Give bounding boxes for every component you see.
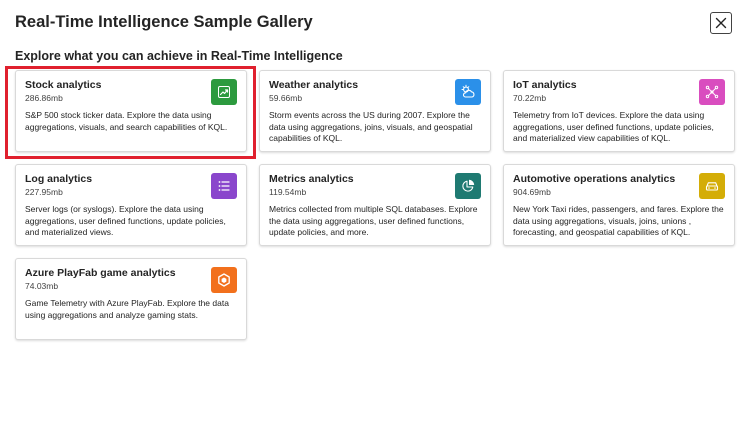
card-title: Azure PlayFab game analytics xyxy=(25,267,176,279)
card-title: Stock analytics xyxy=(25,79,102,91)
card-automotive-operations-analytics[interactable]: Automotive operations analytics 904.69mb… xyxy=(503,164,735,246)
close-icon xyxy=(715,17,727,29)
gallery-subtitle: Explore what you can achieve in Real-Tim… xyxy=(15,49,343,63)
card-azure-playfab-game-analytics[interactable]: Azure PlayFab game analytics 74.03mb Gam… xyxy=(15,258,247,340)
playfab-icon xyxy=(211,267,237,293)
card-size: 74.03mb xyxy=(25,281,59,291)
card-description: S&P 500 stock ticker data. Explore the d… xyxy=(25,110,228,132)
card-size: 227.95mb xyxy=(25,187,63,197)
card-weather-analytics[interactable]: Weather analytics 59.66mb Storm events a… xyxy=(259,70,491,152)
log-list-icon xyxy=(211,173,237,199)
card-size: 904.69mb xyxy=(513,187,551,197)
card-description: Metrics collected from multiple SQL data… xyxy=(269,204,478,237)
card-log-analytics[interactable]: Log analytics 227.95mb Server logs (or s… xyxy=(15,164,247,246)
card-title: Weather analytics xyxy=(269,79,359,91)
dialog-title: Real-Time Intelligence Sample Gallery xyxy=(15,13,313,31)
card-description: Server logs (or syslogs). Explore the da… xyxy=(25,204,226,237)
card-description: Game Telemetry with Azure PlayFab. Explo… xyxy=(25,298,229,320)
card-size: 286.86mb xyxy=(25,93,63,103)
card-description: Telemetry from IoT devices. Explore the … xyxy=(513,110,714,143)
card-size: 59.66mb xyxy=(269,93,303,103)
close-button[interactable] xyxy=(710,12,732,34)
card-title: IoT analytics xyxy=(513,79,577,91)
car-icon xyxy=(699,173,725,199)
card-description: Storm events across the US during 2007. … xyxy=(269,110,473,143)
card-title: Metrics analytics xyxy=(269,173,354,185)
card-description: New York Taxi rides, passengers, and far… xyxy=(513,204,724,237)
iot-network-icon xyxy=(699,79,725,105)
card-iot-analytics[interactable]: IoT analytics 70.22mb Telemetry from IoT… xyxy=(503,70,735,152)
card-title: Log analytics xyxy=(25,173,93,185)
card-stock-analytics[interactable]: Stock analytics 286.86mb S&P 500 stock t… xyxy=(15,70,247,152)
pie-chart-icon xyxy=(455,173,481,199)
weather-icon xyxy=(455,79,481,105)
card-size: 119.54mb xyxy=(269,187,307,197)
card-title: Automotive operations analytics xyxy=(513,173,676,185)
card-metrics-analytics[interactable]: Metrics analytics 119.54mb Metrics colle… xyxy=(259,164,491,246)
trend-chart-icon xyxy=(211,79,237,105)
card-size: 70.22mb xyxy=(513,93,547,103)
